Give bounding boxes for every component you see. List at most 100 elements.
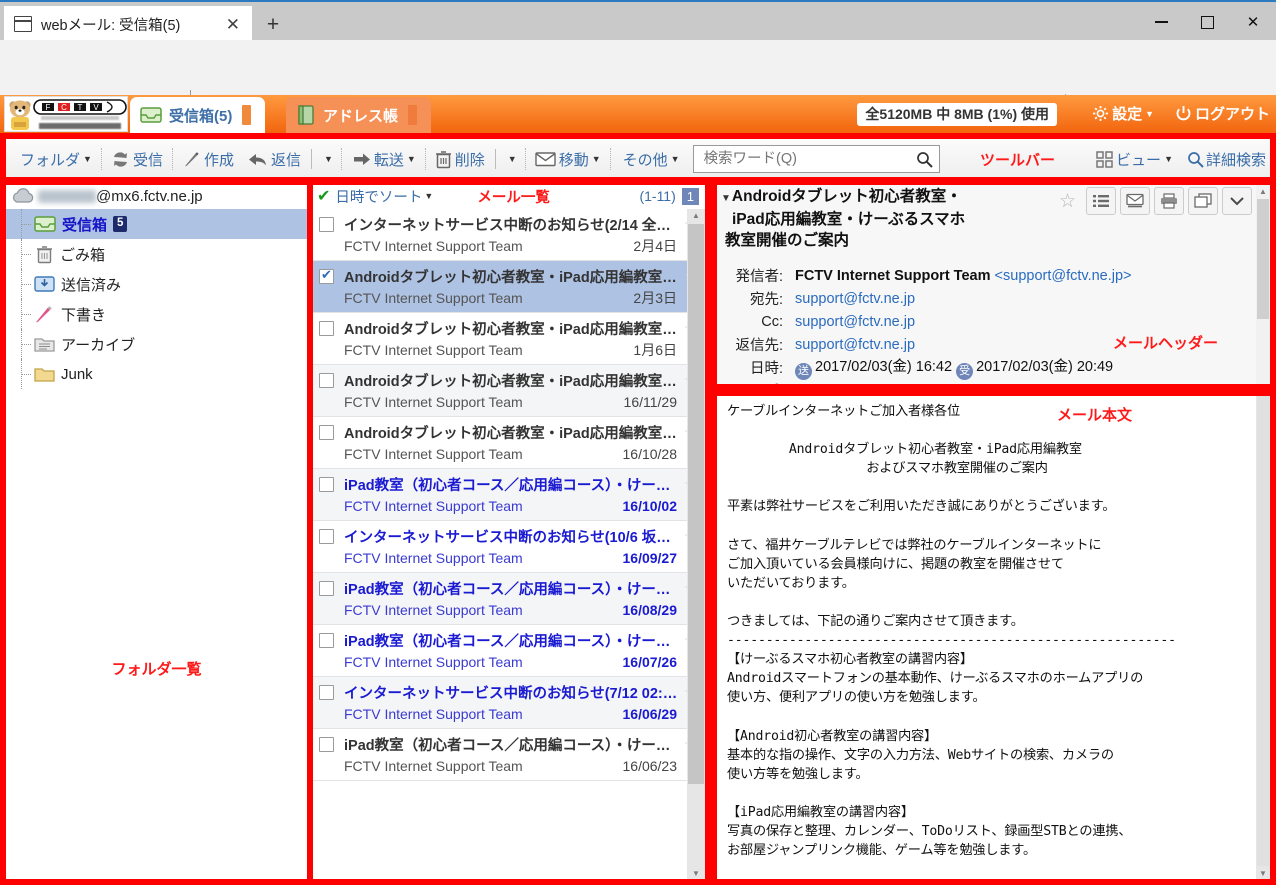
toolbar-delete-button[interactable]: 削除 xyxy=(428,139,492,179)
tab-close-icon[interactable]: ✕ xyxy=(220,16,246,33)
table-row[interactable]: Androidタブレット初心者教室・iPad応用編教室…☆FCTV Intern… xyxy=(313,417,705,469)
toolbar-delete-dropdown[interactable]: ▼ xyxy=(499,139,523,179)
browser-tab[interactable]: webメール: 受信箱(5) ✕ xyxy=(4,6,252,42)
sort-button[interactable]: 日時でソート xyxy=(335,186,422,207)
toolbar-forward-button[interactable]: 転送 ▼ xyxy=(344,139,423,179)
scrollbar-thumb[interactable] xyxy=(1257,396,1269,866)
logo-subtext-1 xyxy=(41,116,119,120)
pencil-icon xyxy=(184,151,199,166)
row-subject[interactable]: Androidタブレット初心者教室・iPad応用編教室… xyxy=(344,266,678,287)
table-row[interactable]: iPad教室（初心者コース／応用編コース）・けー…☆FCTV Internet … xyxy=(313,573,705,625)
sidebar-item-trash[interactable]: ごみ箱 xyxy=(6,239,307,269)
row-subject[interactable]: iPad教室（初心者コース／応用編コース）・けー… xyxy=(344,630,678,651)
scrollbar-thumb[interactable] xyxy=(1257,199,1269,319)
envelope-icon[interactable] xyxy=(1120,187,1150,215)
mail-subject-line2: iPad応用編教室・けーぶるスマホ xyxy=(732,211,966,228)
sidebar-item-junk[interactable]: Junk xyxy=(6,359,307,389)
toolbar-reply-button[interactable]: 返信 xyxy=(241,139,308,179)
row-subject[interactable]: Androidタブレット初心者教室・iPad応用編教室… xyxy=(344,318,678,339)
search-input[interactable] xyxy=(701,150,917,168)
row-subject[interactable]: iPad教室（初心者コース／応用編コース）・けー… xyxy=(344,474,678,495)
row-subject[interactable]: iPad教室（初心者コース／応用編コース）・けー… xyxy=(344,734,678,755)
sidebar-item-drafts[interactable]: 下書き xyxy=(6,299,307,329)
row-subject[interactable]: iPad教室（初心者コース／応用編コース）・けー… xyxy=(344,578,678,599)
table-row[interactable]: インターネットサービス中断のお知らせ(10/6 坂井…☆FCTV Interne… xyxy=(313,521,705,573)
mail-header-scrollbar[interactable]: ▲ xyxy=(1256,185,1270,384)
row-checkbox[interactable] xyxy=(319,632,334,648)
new-tab-button[interactable]: + xyxy=(256,10,290,40)
row-checkbox[interactable] xyxy=(319,372,334,388)
from-address[interactable]: <support@fctv.ne.jp> xyxy=(995,268,1132,284)
row-subject[interactable]: インターネットサービス中断のお知らせ(7/12 02:0… xyxy=(344,682,678,703)
table-row[interactable]: Androidタブレット初心者教室・iPad応用編教室…☆FCTV Intern… xyxy=(313,313,705,365)
sidebar-item-sent[interactable]: 送信済み xyxy=(6,269,307,299)
collapse-triangle-icon[interactable]: ▼ xyxy=(721,193,731,204)
row-subject[interactable]: インターネットサービス中断のお知らせ(2/14 全て… xyxy=(344,214,678,235)
toolbar-move-button[interactable]: 移動 ▼ xyxy=(528,139,608,179)
reply-arrow-icon xyxy=(248,153,266,165)
app-tab-addressbook[interactable]: アドレス帳 xyxy=(286,97,432,133)
toolbar-receive-button[interactable]: 受信 xyxy=(104,139,170,179)
scroll-down-arrow-icon[interactable]: ▼ xyxy=(687,867,705,881)
row-checkbox[interactable] xyxy=(319,736,334,752)
settings-button[interactable]: 設定 ▼ xyxy=(1092,103,1154,124)
mail-header-date-label: 日時: xyxy=(749,361,783,377)
scroll-up-arrow-icon[interactable]: ▲ xyxy=(1256,185,1270,199)
mail-header-actions: ☆ xyxy=(1059,187,1252,215)
table-row[interactable]: インターネットサービス中断のお知らせ(7/12 02:0…☆FCTV Inter… xyxy=(313,677,705,729)
row-checkbox[interactable] xyxy=(319,320,334,336)
page-number[interactable]: 1 xyxy=(681,187,699,205)
table-row[interactable]: Androidタブレット初心者教室・iPad応用編教室…☆FCTV Intern… xyxy=(313,365,705,417)
account-row[interactable]: @mx6.fctv.ne.jp xyxy=(6,183,307,209)
toolbar-reply-dropdown[interactable]: ▼ xyxy=(315,139,339,179)
scroll-up-arrow-icon[interactable]: ▲ xyxy=(687,209,705,223)
row-subject[interactable]: Androidタブレット初心者教室・iPad応用編教室… xyxy=(344,422,678,443)
chevron-down-icon[interactable] xyxy=(1222,187,1252,215)
row-checkbox[interactable] xyxy=(319,424,334,440)
logout-button[interactable]: ログアウト xyxy=(1175,103,1270,124)
row-checkbox[interactable] xyxy=(319,528,334,544)
mail-header-to-value[interactable]: support@fctv.ne.jp xyxy=(795,291,915,307)
message-list-scrollbar[interactable]: ▲ ▼ xyxy=(687,209,705,881)
star-icon[interactable]: ☆ xyxy=(1059,190,1076,213)
toolbar-folder-label: フォルダ xyxy=(20,151,81,169)
scroll-down-arrow-icon[interactable]: ▼ xyxy=(1256,867,1270,881)
row-checkbox[interactable] xyxy=(319,267,334,284)
window-maximize-button[interactable] xyxy=(1184,2,1230,42)
window-close-button[interactable]: ✕ xyxy=(1230,2,1276,42)
window-minimize-button[interactable] xyxy=(1138,2,1184,42)
window-icon[interactable] xyxy=(1188,187,1218,215)
toolbar-other-button[interactable]: その他 ▼ xyxy=(613,139,687,179)
scrollbar-thumb[interactable] xyxy=(688,224,704,784)
table-row[interactable]: iPad教室（初心者コース／応用編コース）・けー…☆FCTV Internet … xyxy=(313,729,705,781)
sidebar-item-inbox[interactable]: 受信箱 5 xyxy=(6,209,307,239)
search-icon[interactable] xyxy=(916,151,933,168)
row-checkbox[interactable] xyxy=(319,580,334,596)
printer-icon[interactable] xyxy=(1154,187,1184,215)
table-row[interactable]: iPad教室（初心者コース／応用編コース）・けー…☆FCTV Internet … xyxy=(313,469,705,521)
row-checkbox[interactable] xyxy=(319,476,334,492)
table-row[interactable]: インターネットサービス中断のお知らせ(2/14 全て…☆FCTV Interne… xyxy=(313,209,705,261)
row-sender: FCTV Internet Support Team xyxy=(344,238,523,254)
mail-header-cc-value[interactable]: support@fctv.ne.jp xyxy=(795,314,915,330)
toolbar-divider xyxy=(100,148,102,170)
row-subject[interactable]: Androidタブレット初心者教室・iPad応用編教室… xyxy=(344,370,678,391)
mail-header-replyto-value[interactable]: support@fctv.ne.jp xyxy=(795,337,915,353)
mail-body-scrollbar[interactable]: ▼ xyxy=(1256,396,1270,881)
select-all-check-icon[interactable]: ✔ xyxy=(317,186,330,206)
toolbar-advanced-search-button[interactable]: 詳細検索 xyxy=(1180,139,1266,179)
list-icon[interactable] xyxy=(1086,187,1116,215)
app-tab-inbox[interactable]: 受信箱(5) xyxy=(130,97,266,133)
chevron-down-icon[interactable]: ▼ xyxy=(424,191,433,201)
search-box[interactable] xyxy=(692,145,941,173)
toolbar-view-button[interactable]: ビュー ▼ xyxy=(1089,139,1180,179)
toolbar-folder-button[interactable]: フォルダ ▼ xyxy=(10,139,99,179)
row-checkbox[interactable] xyxy=(319,216,334,232)
sidebar-item-inbox-label: 受信箱 xyxy=(62,216,108,234)
row-checkbox[interactable] xyxy=(319,684,334,700)
table-row[interactable]: iPad教室（初心者コース／応用編コース）・けー…☆FCTV Internet … xyxy=(313,625,705,677)
row-subject[interactable]: インターネットサービス中断のお知らせ(10/6 坂井… xyxy=(344,526,678,547)
table-row[interactable]: Androidタブレット初心者教室・iPad応用編教室…☆FCTV Intern… xyxy=(313,261,705,313)
sidebar-item-archive[interactable]: アーカイブ xyxy=(6,329,307,359)
toolbar-compose-button[interactable]: 作成 xyxy=(175,139,241,179)
